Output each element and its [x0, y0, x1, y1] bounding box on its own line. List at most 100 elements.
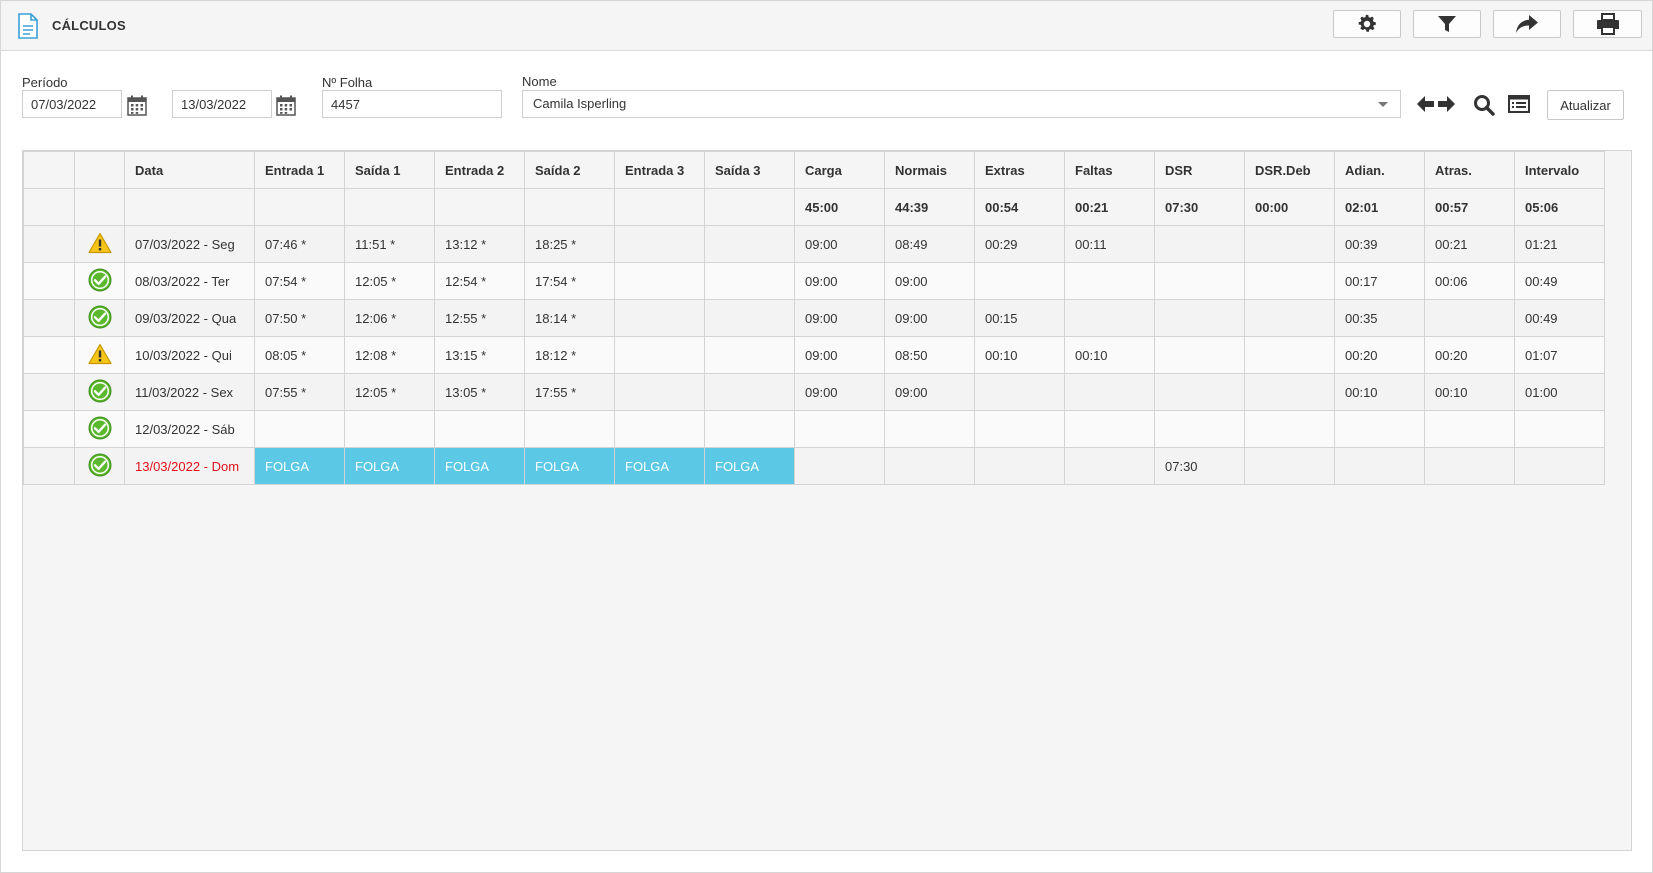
column-header[interactable]: Saída 3	[704, 151, 795, 189]
time-cell[interactable]: 12:05 *	[344, 373, 435, 411]
column-header[interactable]: Adian.	[1334, 151, 1425, 189]
column-header[interactable]: Data	[124, 151, 255, 189]
column-header[interactable]: Normais	[884, 151, 975, 189]
column-header[interactable]: Saída 2	[524, 151, 615, 189]
time-cell[interactable]: FOLGA	[254, 447, 345, 485]
time-cell[interactable]	[614, 373, 705, 411]
list-view-icon[interactable]	[1508, 94, 1530, 117]
column-header[interactable]: Entrada 2	[434, 151, 525, 189]
time-cell[interactable]: 00:10	[1424, 373, 1515, 411]
time-cell[interactable]: 01:21	[1514, 225, 1605, 263]
time-cell[interactable]	[1244, 299, 1335, 337]
time-cell[interactable]	[434, 410, 525, 448]
time-cell[interactable]: FOLGA	[704, 447, 795, 485]
time-cell[interactable]: 09:00	[884, 373, 975, 411]
sheet-number-input[interactable]	[322, 90, 502, 118]
settings-button[interactable]	[1333, 10, 1401, 38]
time-cell[interactable]	[794, 410, 885, 448]
date-cell[interactable]: 10/03/2022 - Qui	[124, 336, 255, 374]
time-cell[interactable]	[884, 447, 975, 485]
time-cell[interactable]: 09:00	[794, 225, 885, 263]
time-cell[interactable]	[1154, 299, 1245, 337]
time-cell[interactable]	[614, 410, 705, 448]
time-cell[interactable]: 12:55 *	[434, 299, 525, 337]
time-cell[interactable]: 18:12 *	[524, 336, 615, 374]
date-cell[interactable]: 13/03/2022 - Dom	[124, 447, 255, 485]
column-header[interactable]	[23, 151, 75, 189]
time-cell[interactable]	[1244, 373, 1335, 411]
time-cell[interactable]: 09:00	[794, 299, 885, 337]
time-cell[interactable]: 00:11	[1064, 225, 1155, 263]
time-cell[interactable]	[1334, 410, 1425, 448]
time-cell[interactable]	[1154, 336, 1245, 374]
time-cell[interactable]	[1154, 262, 1245, 300]
time-cell[interactable]	[1154, 410, 1245, 448]
time-cell[interactable]	[1244, 262, 1335, 300]
time-cell[interactable]	[1514, 447, 1605, 485]
table-row[interactable]: 13/03/2022 - Dom FOLGA FOLGA FOLGA FOLGA FOLG…	[23, 447, 1605, 485]
time-cell[interactable]	[524, 410, 615, 448]
time-cell[interactable]: 00:39	[1334, 225, 1425, 263]
time-cell[interactable]: FOLGA	[434, 447, 525, 485]
time-cell[interactable]	[614, 299, 705, 337]
time-cell[interactable]: 00:49	[1514, 262, 1605, 300]
time-cell[interactable]: 07:55 *	[254, 373, 345, 411]
date-start-input[interactable]	[22, 90, 122, 118]
date-end-input[interactable]	[172, 90, 272, 118]
time-cell[interactable]: 12:06 *	[344, 299, 435, 337]
time-cell[interactable]: 12:54 *	[434, 262, 525, 300]
time-cell[interactable]	[1424, 299, 1515, 337]
time-cell[interactable]: 18:14 *	[524, 299, 615, 337]
row-selector-cell[interactable]	[23, 410, 75, 448]
time-cell[interactable]: 00:35	[1334, 299, 1425, 337]
time-cell[interactable]: 00:10	[1064, 336, 1155, 374]
calendar-icon[interactable]	[276, 95, 296, 119]
time-cell[interactable]	[1334, 447, 1425, 485]
time-cell[interactable]: 08:50	[884, 336, 975, 374]
time-cell[interactable]: 11:51 *	[344, 225, 435, 263]
time-cell[interactable]	[1064, 410, 1155, 448]
time-cell[interactable]	[1064, 447, 1155, 485]
time-cell[interactable]: 07:54 *	[254, 262, 345, 300]
time-cell[interactable]	[344, 410, 435, 448]
column-header[interactable]: Entrada 3	[614, 151, 705, 189]
time-cell[interactable]: 08:05 *	[254, 336, 345, 374]
time-cell[interactable]: 01:00	[1514, 373, 1605, 411]
time-cell[interactable]: 13:05 *	[434, 373, 525, 411]
column-header[interactable]: DSR	[1154, 151, 1245, 189]
time-cell[interactable]	[1244, 410, 1335, 448]
time-cell[interactable]	[704, 299, 795, 337]
time-cell[interactable]	[974, 262, 1065, 300]
time-cell[interactable]: FOLGA	[614, 447, 705, 485]
time-cell[interactable]: 07:46 *	[254, 225, 345, 263]
time-cell[interactable]	[254, 410, 345, 448]
column-header[interactable]: Carga	[794, 151, 885, 189]
time-cell[interactable]: 17:54 *	[524, 262, 615, 300]
time-cell[interactable]: 09:00	[794, 262, 885, 300]
row-selector-cell[interactable]	[23, 299, 75, 337]
time-cell[interactable]: 13:12 *	[434, 225, 525, 263]
time-cell[interactable]	[704, 225, 795, 263]
column-header[interactable]: Atras.	[1424, 151, 1515, 189]
time-cell[interactable]	[704, 336, 795, 374]
time-cell[interactable]	[1514, 410, 1605, 448]
time-cell[interactable]: 00:20	[1424, 336, 1515, 374]
column-header[interactable]: DSR.Deb	[1244, 151, 1335, 189]
column-header[interactable]: Entrada 1	[254, 151, 345, 189]
time-cell[interactable]: 00:17	[1334, 262, 1425, 300]
time-cell[interactable]: 01:07	[1514, 336, 1605, 374]
date-cell[interactable]: 08/03/2022 - Ter	[124, 262, 255, 300]
time-cell[interactable]: 09:00	[884, 262, 975, 300]
update-button[interactable]: Atualizar	[1547, 90, 1624, 120]
date-cell[interactable]: 09/03/2022 - Qua	[124, 299, 255, 337]
time-cell[interactable]: 12:08 *	[344, 336, 435, 374]
time-cell[interactable]: 00:10	[1334, 373, 1425, 411]
time-cell[interactable]: 12:05 *	[344, 262, 435, 300]
table-row[interactable]: 12/03/2022 - Sáb	[23, 410, 1605, 448]
time-cell[interactable]: 09:00	[794, 373, 885, 411]
time-cell[interactable]: 17:55 *	[524, 373, 615, 411]
time-cell[interactable]: 00:20	[1334, 336, 1425, 374]
time-cell[interactable]: 00:10	[974, 336, 1065, 374]
time-cell[interactable]: 09:00	[794, 336, 885, 374]
column-header[interactable]: Saída 1	[344, 151, 435, 189]
